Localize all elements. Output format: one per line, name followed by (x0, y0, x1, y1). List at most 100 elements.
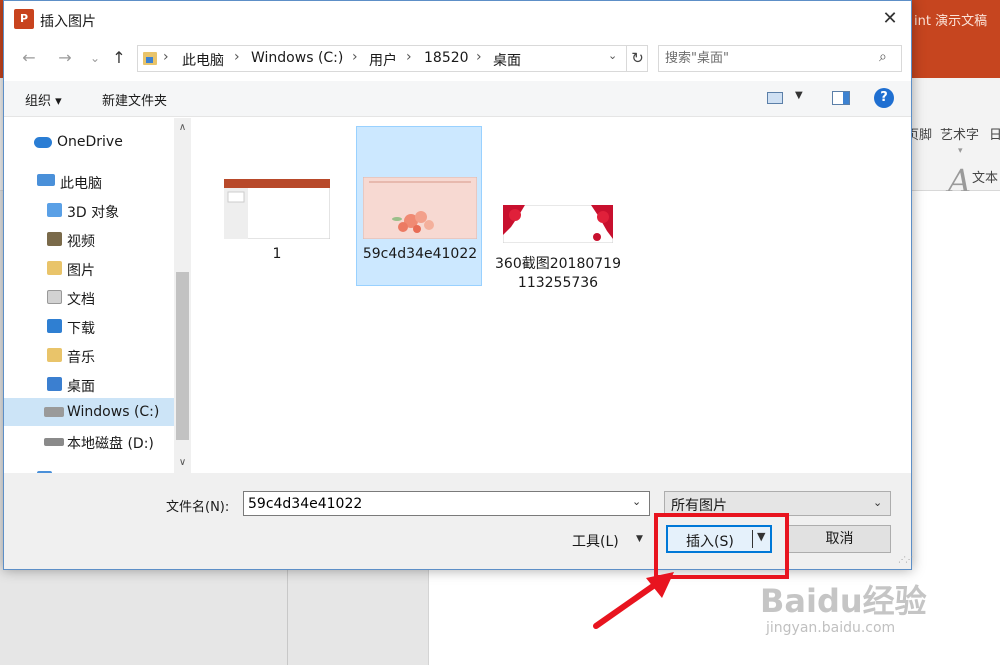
breadcrumb-windows-c[interactable]: Windows (C:) (251, 50, 343, 66)
sidebar-item-label: 桌面 (67, 379, 95, 395)
navigation-scrollbar[interactable]: ∧ ∨ (174, 118, 191, 473)
breadcrumb-users[interactable]: 用户 (369, 50, 397, 70)
caret-down-icon[interactable]: ▼ (636, 534, 643, 544)
sidebar-item-documents[interactable]: 文档 (4, 283, 174, 311)
sidebar-item-this-pc[interactable]: 此电脑 (4, 167, 174, 195)
red-arrow-icon (593, 572, 674, 629)
sidebar-item-windows-c[interactable]: Windows (C:) (4, 398, 174, 426)
resize-grip-icon[interactable]: ⋰⋰ (898, 555, 913, 564)
breadcrumb-desktop[interactable]: 桌面 (493, 50, 521, 70)
dialog-title: 插入图片 (40, 14, 96, 30)
chevron-right-icon[interactable]: › (406, 49, 412, 65)
scroll-down-icon[interactable]: ∨ (174, 455, 191, 471)
tools-button[interactable]: 工具(L) (572, 531, 619, 551)
desktop-folder-icon (47, 377, 62, 391)
sidebar-item-downloads[interactable]: 下载 (4, 312, 174, 340)
breadcrumb-18520[interactable]: 18520 (424, 50, 469, 66)
sidebar-item-network[interactable]: 网络 (4, 464, 174, 473)
recent-locations-icon[interactable]: ⌄ (84, 47, 106, 69)
local-drive-icon (44, 438, 64, 446)
cloud-icon (34, 137, 52, 148)
organize-button[interactable]: 组织 ▾ (25, 90, 62, 109)
filename-label: 文件名(N): (166, 500, 230, 515)
file-item[interactable]: 1 (213, 126, 339, 286)
windows-drive-icon (44, 407, 64, 417)
file-item[interactable]: 360截图20180719113255736 (494, 126, 621, 291)
sidebar-item-music[interactable]: 音乐 (4, 341, 174, 369)
new-folder-button[interactable]: 新建文件夹 (102, 90, 167, 109)
change-view-icon[interactable] (767, 92, 783, 104)
chevron-right-icon[interactable]: › (352, 49, 358, 65)
up-arrow-icon[interactable]: ↑ (108, 47, 130, 69)
file-name: 59c4d34e41022 (362, 246, 478, 262)
chevron-right-icon[interactable]: › (163, 49, 169, 65)
forward-arrow-icon[interactable]: → (54, 47, 76, 69)
watermark-url: jingyan.baidu.com (766, 620, 896, 636)
search-input[interactable] (665, 49, 865, 68)
chevron-down-icon[interactable]: ▾ (958, 146, 963, 156)
ribbon-group-text-label: 文本 (972, 171, 999, 186)
insert-picture-dialog: P 插入图片 ✕ ← → ⌄ ↑ › 此电脑 › Windows (C:) › … (3, 0, 913, 570)
preview-pane-icon[interactable] (832, 91, 850, 105)
cancel-button[interactable]: 取消 (788, 525, 891, 553)
file-name: 360截图20180719113255736 (495, 256, 621, 291)
sidebar-item-label: 图片 (67, 263, 95, 279)
refresh-icon[interactable]: ↻ (626, 46, 648, 71)
file-item-selected[interactable]: 59c4d34e41022 (356, 126, 482, 286)
pane-divider (287, 570, 288, 665)
3d-objects-icon (47, 203, 62, 217)
red-flowers-thumbnail (503, 205, 613, 243)
sidebar-item-label: 3D 对象 (67, 205, 120, 221)
video-folder-icon (47, 232, 62, 246)
sidebar-item-label: 文档 (67, 292, 95, 308)
ribbon-date-button[interactable]: 日 (989, 124, 1000, 143)
sidebar-item-videos[interactable]: 视频 (4, 225, 174, 253)
pictures-folder-icon (47, 261, 62, 275)
chevron-right-icon[interactable]: › (234, 49, 240, 65)
filename-combobox[interactable]: ⌄ (243, 491, 650, 516)
filename-input[interactable] (248, 494, 618, 513)
file-name: 1 (272, 246, 282, 262)
command-bar: 组织 ▾ 新建文件夹 ▼ ? (4, 81, 911, 117)
scroll-thumb[interactable] (176, 272, 189, 440)
address-bar[interactable]: › 此电脑 › Windows (C:) › 用户 › 18520 › 桌面 ⌄… (137, 45, 648, 72)
file-list[interactable]: 1 59c4d34e41022 360截图20180719113255736 (192, 118, 911, 473)
sidebar-item-label: 下载 (67, 321, 95, 337)
sidebar-item-label: OneDrive (57, 134, 123, 150)
sidebar-item-pictures[interactable]: 图片 (4, 254, 174, 282)
powerpoint-icon: P (14, 9, 34, 29)
dialog-titlebar[interactable]: P 插入图片 ✕ (4, 1, 911, 37)
chevron-down-icon[interactable]: ▼ (795, 90, 803, 101)
navigation-bar: ← → ⌄ ↑ › 此电脑 › Windows (C:) › 用户 › 1852… (4, 41, 911, 75)
chevron-down-icon[interactable]: ⌄ (632, 495, 641, 508)
watermark-logo: Baidu经验 (760, 582, 927, 620)
downloads-folder-icon (47, 319, 62, 333)
chevron-down-icon[interactable]: ⌄ (873, 496, 882, 509)
music-folder-icon (47, 348, 62, 362)
sidebar-item-3d-objects[interactable]: 3D 对象 (4, 196, 174, 224)
close-icon[interactable]: ✕ (868, 4, 912, 34)
sidebar-item-label: 本地磁盘 (D:) (67, 436, 154, 452)
back-arrow-icon[interactable]: ← (18, 47, 40, 69)
sidebar-item-label: 此电脑 (60, 176, 102, 192)
help-icon[interactable]: ? (874, 88, 894, 108)
breadcrumb-this-pc[interactable]: 此电脑 (182, 50, 224, 70)
chevron-down-icon[interactable]: ⌄ (608, 49, 617, 62)
chevron-right-icon[interactable]: › (476, 49, 482, 65)
sidebar-item-label: 音乐 (67, 350, 95, 366)
sidebar-item-local-disk-d[interactable]: 本地磁盘 (D:) (4, 427, 174, 455)
navigation-pane: OneDrive 此电脑 3D 对象 视频 图片 文档 下载 音乐 桌面 Win… (4, 118, 191, 473)
sidebar-item-label: Windows (C:) (67, 404, 160, 420)
sidebar-item-desktop[interactable]: 桌面 (4, 370, 174, 398)
scroll-up-icon[interactable]: ∧ (174, 120, 191, 136)
search-icon[interactable]: ⌕ (879, 49, 887, 65)
ppt-title: int 演示文稿 (914, 14, 988, 29)
search-box[interactable]: ⌕ (658, 45, 902, 72)
folder-icon (143, 52, 157, 65)
documents-folder-icon (47, 290, 62, 304)
sidebar-item-label: 视频 (67, 234, 95, 250)
sidebar-item-onedrive[interactable]: OneDrive (4, 128, 174, 156)
computer-icon (37, 174, 55, 186)
ribbon-wordart-button[interactable]: 艺术字 (940, 124, 979, 143)
pptx-thumbnail (224, 179, 330, 239)
